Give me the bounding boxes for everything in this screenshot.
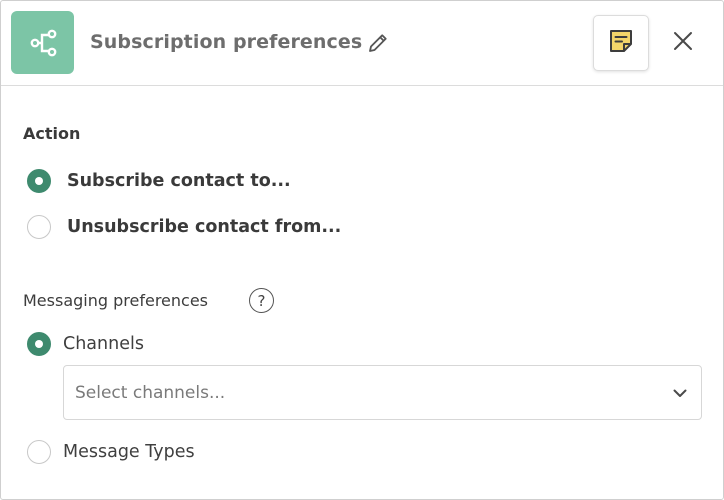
radio-subscribe-contact[interactable]: Subscribe contact to... [27,169,291,193]
channels-select-placeholder: Select channels... [75,383,226,403]
subscription-flow-icon [11,11,74,74]
pencil-icon[interactable] [366,31,390,55]
radio-button-checked[interactable] [27,332,51,356]
radio-button-unchecked[interactable] [27,440,51,464]
radio-label-unsubscribe: Unsubscribe contact from... [67,217,342,237]
radio-channels[interactable]: Channels [27,332,144,356]
panel-title: Subscription preferences [90,31,363,53]
radio-button-checked[interactable] [27,169,51,193]
radio-message-types[interactable]: Message Types [27,440,195,464]
chevron-down-icon [671,384,689,402]
sticky-note-icon [607,27,635,59]
subscription-preferences-panel: Subscription preferences Action Subscrib… [0,0,724,500]
close-button[interactable] [669,29,697,57]
messaging-preferences-label: Messaging preferences [23,291,208,310]
close-icon [672,30,694,56]
panel-header: Subscription preferences [1,1,723,86]
notes-button[interactable] [593,15,649,71]
action-section-label: Action [23,124,81,143]
radio-unsubscribe-contact[interactable]: Unsubscribe contact from... [27,215,341,239]
question-mark-icon[interactable]: ? [249,288,274,313]
radio-label-subscribe: Subscribe contact to... [67,171,291,191]
radio-label-channels: Channels [63,334,144,354]
radio-button-unchecked[interactable] [27,215,51,239]
radio-label-message-types: Message Types [63,442,195,462]
channels-select[interactable]: Select channels... [63,365,702,420]
